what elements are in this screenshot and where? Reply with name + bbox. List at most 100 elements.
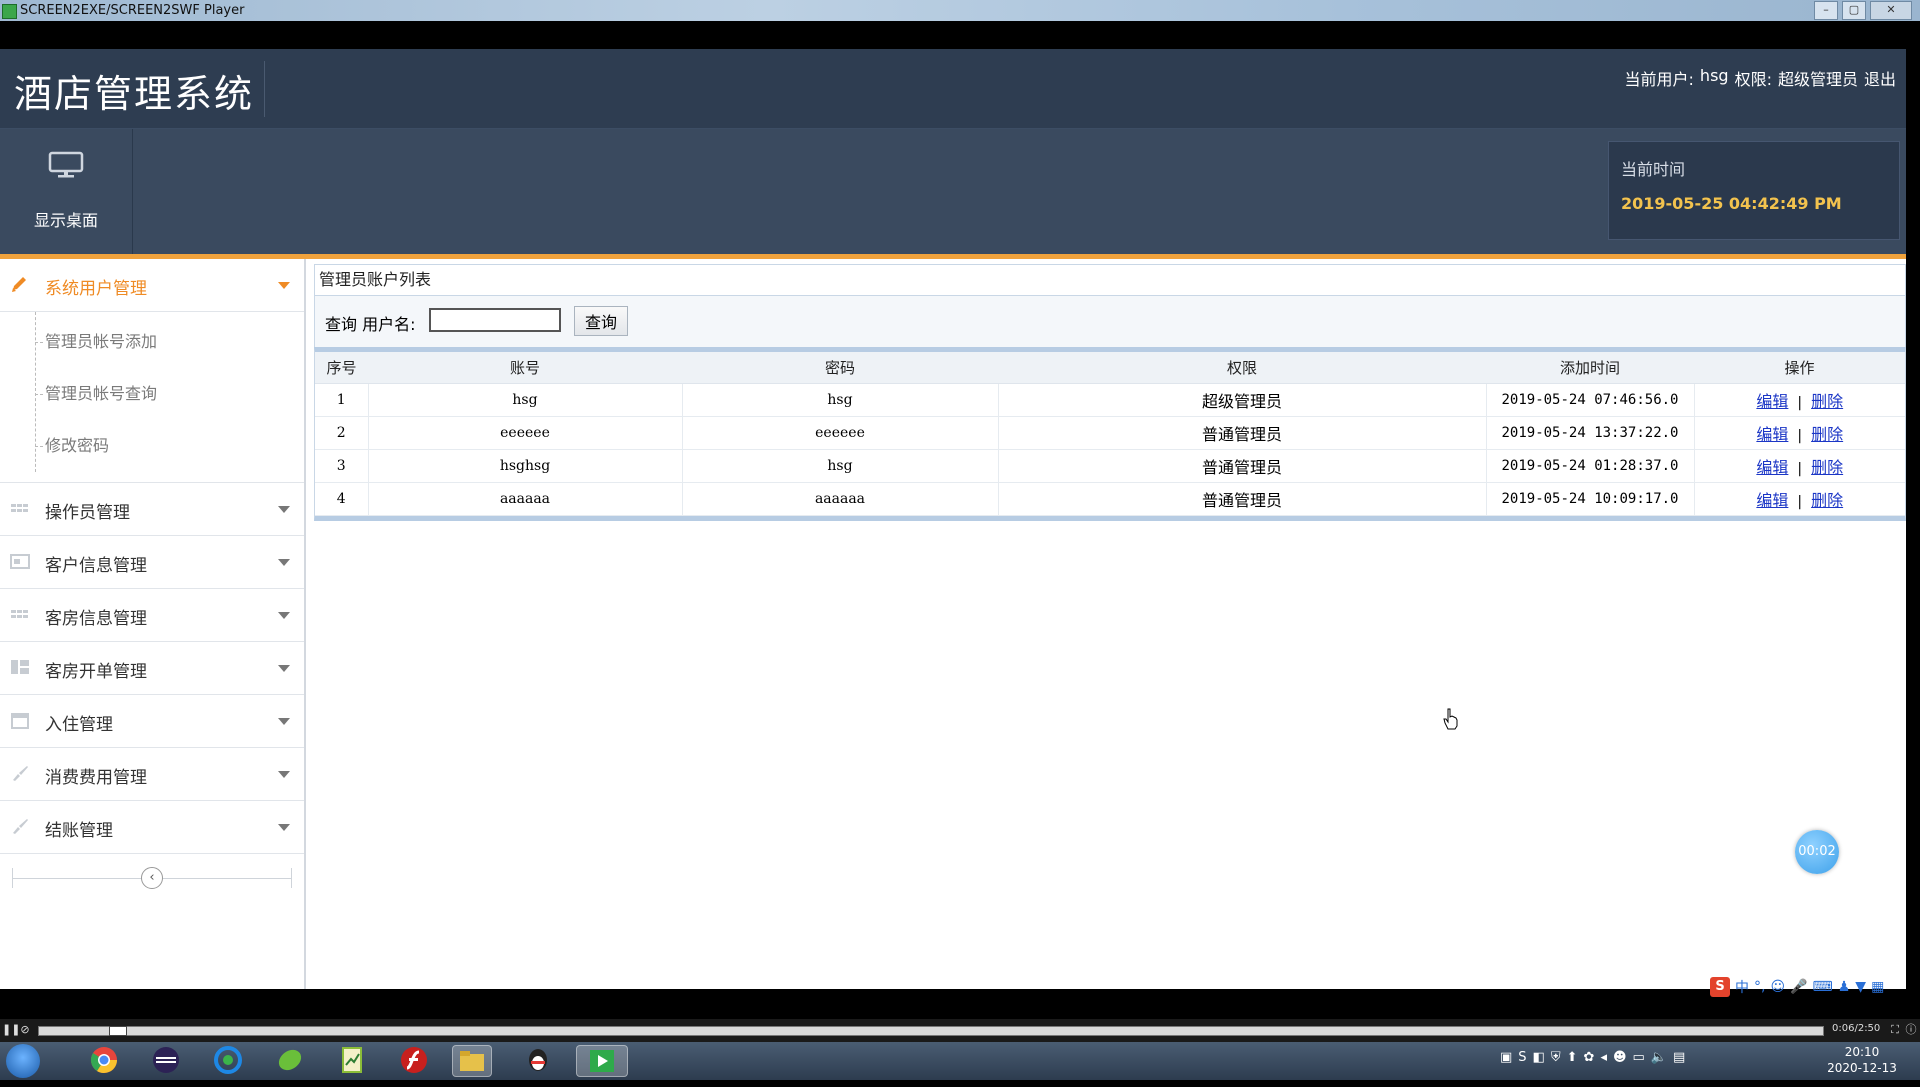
cell-role: 超级管理员 xyxy=(998,383,1487,417)
info-icon[interactable]: ⓘ xyxy=(1904,1022,1918,1037)
tray-network-icon[interactable]: ◧ xyxy=(1533,1050,1545,1065)
start-button-icon[interactable] xyxy=(6,1044,40,1078)
taskbar-clock[interactable]: 20:10 2020-12-13 xyxy=(1822,1044,1902,1076)
sidebar-item-checkin[interactable]: 入住管理 xyxy=(0,695,304,748)
delete-link[interactable]: 删除 xyxy=(1811,491,1843,510)
tray-battery-icon[interactable]: ▭ xyxy=(1633,1050,1645,1065)
folder-icon[interactable] xyxy=(452,1045,492,1077)
sidebar-subitem-query-admin[interactable]: 管理员帐号查询 xyxy=(0,368,304,420)
search-label: 查询 用户名: xyxy=(325,315,416,334)
leaf-icon[interactable] xyxy=(270,1045,310,1077)
current-time-label: 当前时间 xyxy=(1621,160,1686,179)
delete-link[interactable]: 删除 xyxy=(1811,458,1843,477)
user-icon[interactable]: ♟ xyxy=(1838,979,1851,995)
delete-link[interactable]: 删除 xyxy=(1811,425,1843,444)
cell-no: 4 xyxy=(315,482,369,516)
player-icon[interactable] xyxy=(576,1045,628,1077)
edit-link[interactable]: 编辑 xyxy=(1756,425,1788,444)
delete-link[interactable]: 删除 xyxy=(1811,392,1843,411)
punctuation-icon[interactable]: °, xyxy=(1754,979,1765,995)
tray-sogou-icon[interactable]: S xyxy=(1518,1050,1526,1065)
flash-icon[interactable] xyxy=(394,1045,434,1077)
edit-link[interactable]: 编辑 xyxy=(1756,491,1788,510)
maximize-icon[interactable]: ▢ xyxy=(1842,1,1866,20)
minimize-icon[interactable]: – xyxy=(1814,1,1838,20)
sidebar-item-label: 结账管理 xyxy=(45,821,113,841)
windows-taskbar: ▣ S ◧ ⛨ ⬆ ✿ ◂ ☻ ▭ 🔈 ▤ 20:10 2020-12-13 xyxy=(0,1042,1920,1080)
brush-icon xyxy=(13,819,28,834)
edit-link[interactable]: 编辑 xyxy=(1756,392,1788,411)
seek-thumb[interactable] xyxy=(109,1026,127,1036)
cell-role: 普通管理员 xyxy=(998,416,1487,450)
role-value: 超级管理员 xyxy=(1777,70,1858,89)
ime-mode[interactable]: 中 xyxy=(1735,977,1749,997)
notepad-icon[interactable] xyxy=(332,1045,372,1077)
chevron-down-icon xyxy=(278,665,290,672)
sidebar-subitem-add-admin[interactable]: 管理员帐号添加 xyxy=(0,316,304,368)
cell-added-time: 2019-05-24 01:28:37.0 xyxy=(1486,449,1695,483)
tray-volume-icon[interactable]: 🔈 xyxy=(1651,1050,1667,1065)
cell-no: 2 xyxy=(315,416,369,450)
sidebar-item-customers[interactable]: 客户信息管理 xyxy=(0,536,304,589)
fullscreen-icon[interactable]: ⛶ xyxy=(1888,1022,1902,1037)
cell-account: hsghsg xyxy=(368,449,683,483)
replay-icon[interactable]: ⊘ xyxy=(18,1022,32,1037)
admin-table: 序号 账号 密码 权限 添加时间 操作 1 hsg hsg 超级管理员 2019 xyxy=(315,352,1905,516)
cell-password: hsg xyxy=(682,449,999,483)
sidebar: 系统用户管理 管理员帐号添加 管理员帐号查询 修改密码 操作员管理 客户信息管理… xyxy=(0,259,306,989)
qq-icon[interactable] xyxy=(518,1045,558,1077)
search-button[interactable]: 查询 xyxy=(574,306,628,336)
tray-app-icon[interactable]: ▣ xyxy=(1500,1050,1512,1065)
collapse-sidebar-icon[interactable]: ‹ xyxy=(141,867,163,889)
chrome-icon[interactable] xyxy=(84,1045,124,1077)
sidebar-item-checkout[interactable]: 结账管理 xyxy=(0,801,304,854)
sidebar-item-operators[interactable]: 操作员管理 xyxy=(0,483,304,536)
emoji-icon[interactable]: ☺ xyxy=(1770,979,1785,995)
table-row: 2 eeeeee eeeeee 普通管理员 2019-05-24 13:37:2… xyxy=(315,416,1905,450)
ime-toolbar: S 中 °, ☺ 🎤 ⌨ ♟ ▼ ▦ xyxy=(1710,975,1920,999)
tray-update-icon[interactable]: ⬆ xyxy=(1567,1050,1578,1065)
sidebar-item-label: 系统用户管理 xyxy=(45,279,147,299)
username-search-input[interactable] xyxy=(429,308,561,332)
table-row: 3 hsghsg hsg 普通管理员 2019-05-24 01:28:37.0… xyxy=(315,449,1905,483)
col-header-added-time: 添加时间 xyxy=(1486,352,1694,384)
edit-link[interactable]: 编辑 xyxy=(1756,458,1788,477)
tray-flower-icon[interactable]: ✿ xyxy=(1584,1050,1595,1065)
microphone-icon[interactable]: 🎤 xyxy=(1790,979,1807,995)
close-icon[interactable]: ✕ xyxy=(1870,1,1912,20)
sidebar-subitem-change-password[interactable]: 修改密码 xyxy=(0,420,304,472)
show-desktop-button[interactable]: 显示桌面 xyxy=(0,129,133,254)
tray-qq-icon[interactable]: ☻ xyxy=(1613,1050,1627,1065)
sidebar-item-expenses[interactable]: 消费费用管理 xyxy=(0,748,304,801)
tray-display-icon[interactable]: ▤ xyxy=(1673,1050,1685,1065)
tray-shield-icon[interactable]: ⛨ xyxy=(1551,1050,1561,1065)
seek-bar[interactable] xyxy=(38,1026,1824,1036)
cell-password: hsg xyxy=(682,383,999,417)
tray-arrow-icon[interactable]: ◂ xyxy=(1600,1050,1607,1065)
hotel-app: 酒店管理系统 当前用户: hsg 权限: 超级管理员 退出 显示桌面 当前时间 … xyxy=(0,49,1906,989)
keyboard-icon[interactable]: ⌨ xyxy=(1813,979,1833,995)
logout-link[interactable]: 退出 xyxy=(1864,66,1896,90)
sidebar-item-rooms[interactable]: 客房信息管理 xyxy=(0,589,304,642)
col-header-account: 账号 xyxy=(368,352,682,384)
eclipse-icon[interactable] xyxy=(146,1045,186,1077)
info-bar: 显示桌面 当前时间 2019-05-25 04:42:49 PM xyxy=(0,129,1906,254)
sidebar-item-label: 客房信息管理 xyxy=(45,609,147,629)
pause-icon[interactable]: ❚❚ xyxy=(2,1022,20,1037)
browser-icon[interactable] xyxy=(208,1045,248,1077)
chevron-down-icon xyxy=(278,771,290,778)
col-header-role: 权限 xyxy=(998,352,1486,384)
player-title: SCREEN2EXE/SCREEN2SWF Player xyxy=(20,3,245,18)
sidebar-item-label: 入住管理 xyxy=(45,715,113,735)
sidebar-item-room-orders[interactable]: 客房开单管理 xyxy=(0,642,304,695)
sidebar-collapse-row: ‹ xyxy=(0,854,304,904)
chevron-down-icon xyxy=(278,612,290,619)
skin-icon[interactable]: ▼ xyxy=(1855,979,1866,995)
player-app-icon xyxy=(2,4,17,19)
cell-password: aaaaaa xyxy=(682,482,999,516)
sogou-ime-icon[interactable]: S xyxy=(1710,977,1730,997)
menu-grid-icon[interactable]: ▦ xyxy=(1871,979,1884,995)
table-header-row: 序号 账号 密码 权限 添加时间 操作 xyxy=(315,352,1905,384)
sidebar-item-label: 客户信息管理 xyxy=(45,556,147,576)
sidebar-item-system-users[interactable]: 系统用户管理 xyxy=(0,259,304,312)
